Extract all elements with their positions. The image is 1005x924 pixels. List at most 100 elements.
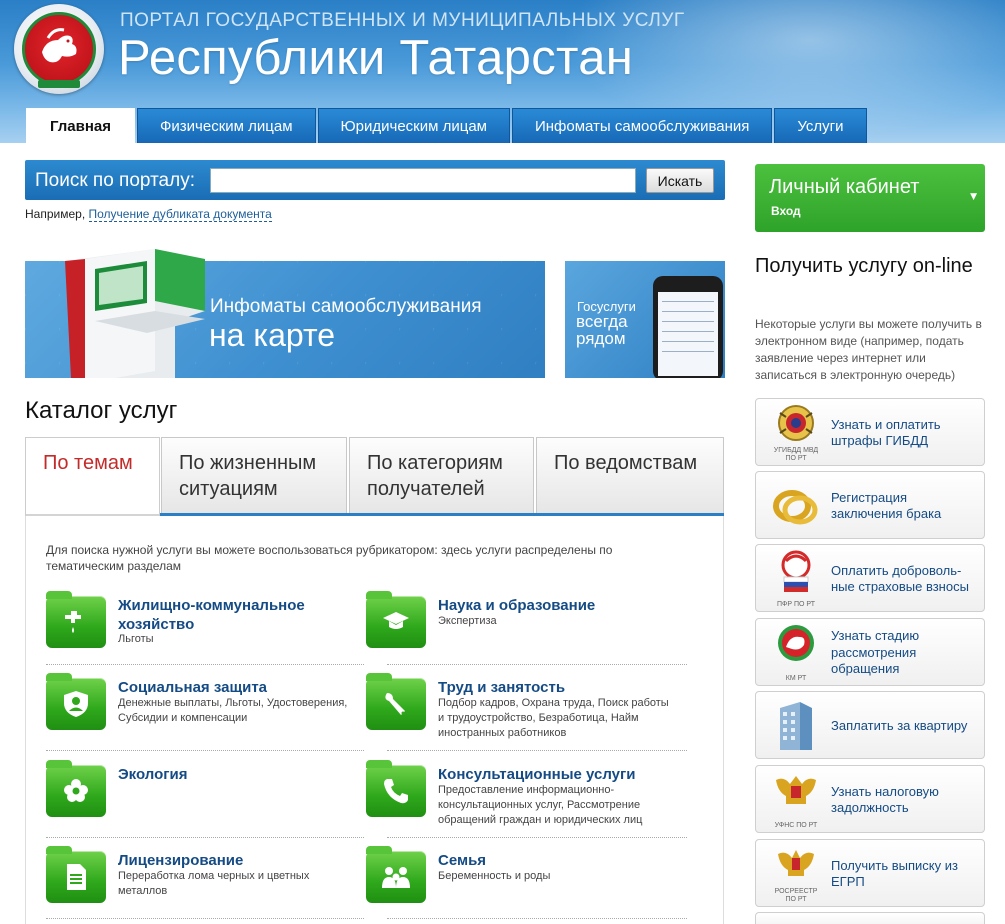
search-example-prefix: Например, xyxy=(25,207,86,221)
personal-cabinet-button[interactable]: Личный кабинет Вход ▼ xyxy=(755,164,985,232)
cabinet-ministers-icon: КМ РТ xyxy=(770,623,822,683)
infomats-banner-line1: Инфоматы самообслуживания xyxy=(210,296,482,317)
service-gibdd-fines[interactable]: УГИБДД МВД ПО РТ Узнать и оплатить штраф… xyxy=(755,398,985,466)
catalog-item-desc: Экспертиза xyxy=(438,615,497,627)
tax-eagle-icon: УФНС ПО РТ xyxy=(770,770,822,830)
catalog-tab-life-situations[interactable]: По жизненным ситуациям xyxy=(161,437,347,513)
service-caption: РОСРЕЕСТР ПО РТ xyxy=(774,888,818,903)
nav-tab-individuals[interactable]: Физическим лицам xyxy=(137,108,316,143)
shield-person-icon xyxy=(46,673,106,730)
mobile-services-banner[interactable]: Госуслуги всегда рядом xyxy=(565,261,725,378)
search-example: Например, Получение дубликата документа xyxy=(25,207,272,222)
catalog-divider xyxy=(387,750,687,751)
catalog-tab-recipients[interactable]: По категориям получателей xyxy=(349,437,534,513)
service-label[interactable]: Узнать стадию рассмотрения обращения xyxy=(831,619,981,687)
service-caption: КМ РТ xyxy=(785,675,807,682)
mobile-banner-line2: рядом xyxy=(576,329,626,348)
catalog-divider xyxy=(387,918,687,919)
flower-icon xyxy=(46,760,106,817)
search-button[interactable]: Искать xyxy=(646,168,714,193)
smartphone-icon xyxy=(653,276,723,378)
catalog-tab-departments[interactable]: По ведомствам xyxy=(536,437,724,513)
service-tax-debt[interactable]: УФНС ПО РТ Узнать налоговую задолжность xyxy=(755,765,985,833)
catalog-item-title[interactable]: Наука и образование xyxy=(438,596,668,615)
service-pay-apartment[interactable]: Заплатить за квартиру xyxy=(755,691,985,759)
nav-tab-services[interactable]: Услуги xyxy=(774,108,867,143)
service-insurance-contributions[interactable]: ПФР ПО РТ Оплатить доброволь-ные страхов… xyxy=(755,544,985,612)
catalog-divider xyxy=(46,918,364,919)
portal-subtitle: ПОРТАЛ ГОСУДАРСТВЕННЫХ И МУНИЦИПАЛЬНЫХ У… xyxy=(120,10,685,31)
phone-icon xyxy=(366,760,426,817)
nav-tab-legal-entities[interactable]: Юридическим лицам xyxy=(317,108,510,143)
online-services-title: Получить услугу on-line xyxy=(755,255,973,277)
infomats-banner-line2: на карте xyxy=(209,317,336,353)
catalog-item-title[interactable]: Семья xyxy=(438,851,668,870)
mobile-banner-line1: всегда xyxy=(576,312,628,331)
rosreestr-icon: РОСРЕЕСТР ПО РТ xyxy=(770,844,822,904)
catalog-item-desc: Предоставление информационно-консультаци… xyxy=(438,784,643,826)
kiosk-icon xyxy=(65,249,205,378)
nav-tab-infomats[interactable]: Инфоматы самообслуживания xyxy=(511,108,773,143)
infomats-map-banner[interactable]: Инфоматы самообслуживания на карте xyxy=(25,249,545,378)
family-icon xyxy=(366,846,426,903)
pension-fund-icon: ПФР ПО РТ xyxy=(770,549,822,609)
catalog-divider xyxy=(387,664,687,665)
catalog-item-title[interactable]: Консультационные услуги xyxy=(438,765,668,784)
search-input[interactable] xyxy=(210,168,636,193)
graduation-cap-icon xyxy=(366,591,426,648)
building-icon xyxy=(770,696,822,756)
chevron-down-icon[interactable]: ▼ xyxy=(970,192,977,202)
search-bar: Поиск по порталу: Искать xyxy=(25,160,725,200)
service-caption: УФНС ПО РТ xyxy=(774,822,818,829)
catalog-intro: Для поиска нужной услуги вы можете воспо… xyxy=(46,543,613,573)
search-example-link[interactable]: Получение дубликата документа xyxy=(88,207,272,222)
catalog-title: Каталог услуг xyxy=(25,397,178,424)
catalog-item-desc: Беременность и роды xyxy=(438,870,551,882)
catalog-divider xyxy=(46,750,364,751)
service-label[interactable]: Регистрация заключения брака xyxy=(831,472,981,540)
service-label[interactable]: Оплатить доброволь-ные страховые взносы xyxy=(831,545,981,613)
catalog-item-title[interactable]: Социальная защита xyxy=(118,678,348,697)
portal-title: Республики Татарстан xyxy=(118,31,634,85)
catalog-divider xyxy=(387,837,687,838)
service-label[interactable]: Узнать и оплатить штрафы ГИБДД xyxy=(831,399,981,467)
wrench-icon xyxy=(366,673,426,730)
site-header: ПОРТАЛ ГОСУДАРСТВЕННЫХ И МУНИЦИПАЛЬНЫХ У… xyxy=(0,0,1005,143)
smartphone-screen xyxy=(658,292,718,376)
catalog-item-desc: Льготы xyxy=(118,633,154,645)
cabinet-login[interactable]: Вход xyxy=(771,204,801,218)
catalog-divider xyxy=(46,837,364,838)
service-label[interactable]: Заплатить за квартиру xyxy=(831,692,981,760)
catalog-tab-topics[interactable]: По темам xyxy=(25,437,160,516)
cabinet-title: Личный кабинет xyxy=(769,176,920,198)
catalog-item-title[interactable]: Труд и занятость xyxy=(438,678,668,697)
catalog-item-title[interactable]: Лицензирование xyxy=(118,851,348,870)
service-caption: ПФР ПО РТ xyxy=(776,601,816,608)
catalog-item-desc: Переработка лома черных и цветных металл… xyxy=(118,870,310,897)
catalog-tabs: По темам По жизненным ситуациям По катег… xyxy=(25,437,724,516)
catalog-item-desc: Денежные выплаты, Льготы, Удостоверения,… xyxy=(118,697,348,724)
nav-tab-home[interactable]: Главная xyxy=(26,108,136,143)
service-label[interactable]: Получить выписку из ЕГРП xyxy=(831,840,981,908)
service-appeal-status[interactable]: КМ РТ Узнать стадию рассмотрения обращен… xyxy=(755,618,985,686)
main-nav: Главная Физическим лицам Юридическим лиц… xyxy=(26,108,869,143)
search-label: Поиск по порталу: xyxy=(35,170,195,191)
service-label[interactable]: Узнать налоговую задолжность xyxy=(831,766,981,834)
catalog-item-desc: Подбор кадров, Охрана труда, Поиск работ… xyxy=(438,697,669,739)
document-icon xyxy=(46,846,106,903)
service-caption: УГИБДД МВД ПО РТ xyxy=(773,447,819,462)
logo-banner xyxy=(38,80,80,88)
faucet-icon xyxy=(46,591,106,648)
service-marriage-registration[interactable]: Регистрация заключения брака xyxy=(755,471,985,539)
rings-icon xyxy=(770,476,822,536)
catalog-item-title[interactable]: Экология xyxy=(118,765,348,784)
online-services-desc: Некоторые услуги вы можете получить в эл… xyxy=(755,317,982,382)
mobile-banner-slogan: всегда рядом xyxy=(576,313,628,347)
tatarstan-logo-icon[interactable] xyxy=(14,4,104,94)
snow-leopard-icon xyxy=(42,28,77,63)
catalog-item-title[interactable]: Жилищно-коммунальное хозяйство xyxy=(118,596,348,634)
gibdd-emblem-icon: УГИБДД МВД ПО РТ xyxy=(770,403,822,463)
service-next[interactable] xyxy=(755,912,985,924)
service-egrp-extract[interactable]: РОСРЕЕСТР ПО РТ Получить выписку из ЕГРП xyxy=(755,839,985,907)
catalog-divider xyxy=(46,664,364,665)
